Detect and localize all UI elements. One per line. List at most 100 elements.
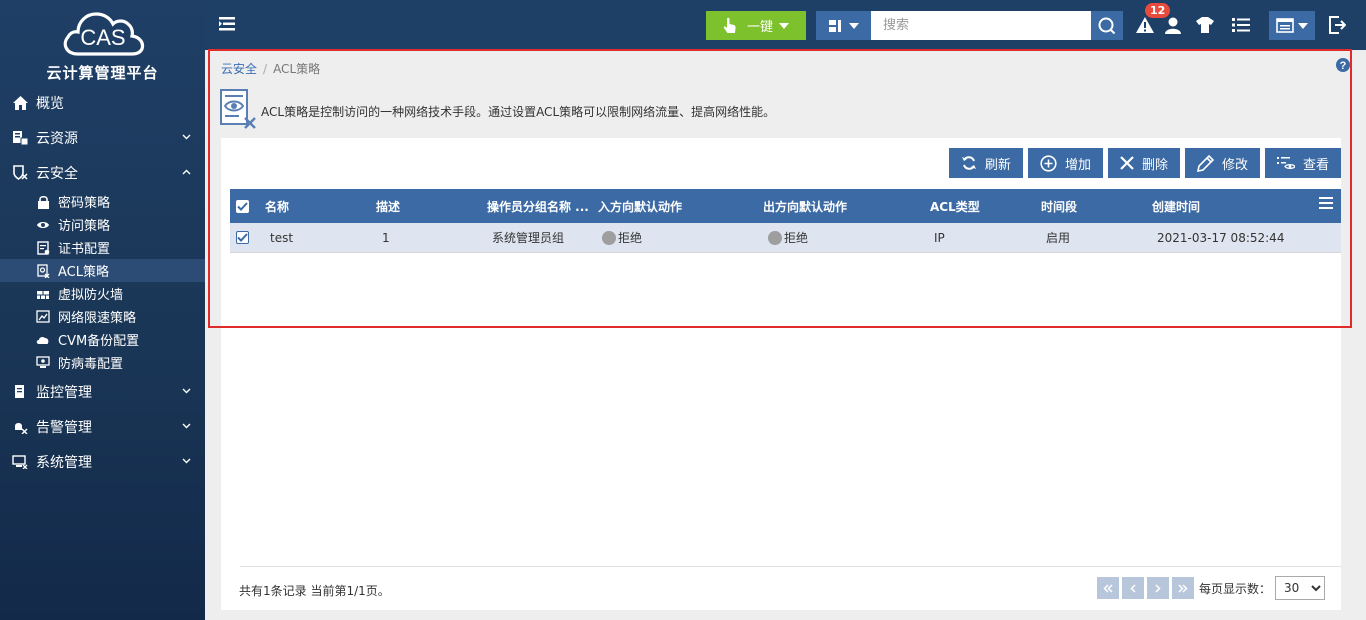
sidebar-item-cloud-security[interactable]: 云安全 xyxy=(0,155,205,190)
intro-description: ACL策略是控制访问的一种网络技术手段。通过设置ACL策略可以限制网络流量、提高… xyxy=(261,105,776,119)
list-icon[interactable] xyxy=(1230,14,1252,36)
acl-panel: 刷新 增加 删除 修改 查看 名称 描述 操作员分组名称 ... 入方向默认动作… xyxy=(221,138,1341,610)
sidebar-item-virtual-firewall[interactable]: 虚拟防火墙 xyxy=(0,282,205,305)
app-title: 云计算管理平台 xyxy=(46,64,159,82)
column-header-acl-type[interactable]: ACL类型 xyxy=(930,189,980,223)
refresh-icon xyxy=(961,156,976,170)
pencil-icon xyxy=(1196,154,1214,172)
view-button[interactable]: 查看 xyxy=(1264,148,1341,178)
cell-time-period: 启用 xyxy=(1046,231,1071,245)
column-menu-icon[interactable] xyxy=(1319,197,1333,209)
first-page-button[interactable] xyxy=(1096,577,1119,599)
antivirus-icon xyxy=(36,356,50,370)
sidebar-item-overview[interactable]: 概览 xyxy=(0,85,205,120)
sidebar-item-system[interactable]: 系统管理 xyxy=(0,444,205,479)
select-all-checkbox[interactable] xyxy=(236,189,249,223)
sidebar-item-cvm-backup[interactable]: CVM备份配置 xyxy=(0,328,205,351)
sidebar-item-access-policy[interactable]: 访问策略 xyxy=(0,213,205,236)
cell-created-time: 2021-03-17 08:52:44 xyxy=(1157,230,1285,245)
search-icon xyxy=(1098,17,1116,34)
double-chevron-left-icon xyxy=(1103,583,1113,593)
page-size-label: 每页显示数： xyxy=(1198,581,1271,596)
eye-icon xyxy=(36,218,50,232)
computer-icon xyxy=(12,454,28,470)
help-icon[interactable]: ? xyxy=(1336,58,1350,72)
edit-button[interactable]: 修改 xyxy=(1184,148,1260,178)
hand-pointer-icon xyxy=(723,17,736,33)
acl-document-icon xyxy=(220,89,256,129)
search-type-dropdown[interactable] xyxy=(816,11,871,40)
delete-button[interactable]: 删除 xyxy=(1107,148,1180,178)
logo: CAS 云计算管理平台 xyxy=(0,0,205,85)
sidebar-item-monitoring[interactable]: 监控管理 xyxy=(0,374,205,409)
speed-icon xyxy=(36,310,50,324)
view-list-icon xyxy=(1276,157,1295,170)
sidebar-item-certificate[interactable]: 证书配置 xyxy=(0,236,205,259)
table-row[interactable]: test 1 系统管理员组 拒绝 拒绝 IP 启用 2021-03-17 08:… xyxy=(230,223,1341,253)
topbar: 一键 12 xyxy=(205,0,1366,50)
cell-description: 1 xyxy=(382,230,390,245)
cell-name: test xyxy=(270,230,294,245)
acl-table: 名称 描述 操作员分组名称 ... 入方向默认动作 出方向默认动作 ACL类型 … xyxy=(230,189,1341,253)
pagination: 每页显示数： 30 xyxy=(1096,576,1325,600)
chevron-down-icon xyxy=(179,421,193,432)
column-header-inbound-action[interactable]: 入方向默认动作 xyxy=(598,189,682,223)
column-header-description[interactable]: 描述 xyxy=(376,189,400,223)
search-button[interactable] xyxy=(1091,11,1123,40)
column-header-name[interactable]: 名称 xyxy=(265,189,289,223)
theme-shirt-icon[interactable] xyxy=(1194,14,1216,36)
column-header-outbound-action[interactable]: 出方向默认动作 xyxy=(763,189,847,223)
double-chevron-right-icon xyxy=(1178,583,1188,593)
main-content: 云安全 / ACL策略 ? ACL策略是控制访问的一种网络技术手段。通过设置ACL策… xyxy=(205,50,1366,620)
column-header-created-time[interactable]: 创建时间 xyxy=(1152,189,1200,223)
cloud-logo-icon: CAS xyxy=(63,12,144,56)
sidebar-item-acl-policy[interactable]: ACL策略 xyxy=(0,259,205,282)
logout-icon[interactable] xyxy=(1326,14,1348,36)
monitor-icon xyxy=(12,384,28,400)
chevron-down-icon xyxy=(179,386,193,397)
checkbox-checked-icon xyxy=(236,199,249,213)
sidebar-item-network-speed-limit[interactable]: 网络限速策略 xyxy=(0,305,205,328)
firewall-icon xyxy=(36,287,50,301)
search-input[interactable] xyxy=(871,11,1091,40)
breadcrumb-current: ACL策略 xyxy=(273,62,321,76)
sidebar: CAS 云计算管理平台 概览 云资源 云安全 密码策略 访问策略 证书配置 AC… xyxy=(0,0,205,620)
breadcrumb: 云安全 / ACL策略 xyxy=(221,60,320,77)
breadcrumb-link-cloud-security[interactable]: 云安全 xyxy=(221,62,257,76)
sidebar-item-antivirus[interactable]: 防病毒配置 xyxy=(0,351,205,374)
add-button[interactable]: 增加 xyxy=(1027,148,1103,178)
page-size-select[interactable]: 30 xyxy=(1275,576,1325,600)
row-checkbox[interactable] xyxy=(236,223,249,252)
refresh-button[interactable]: 刷新 xyxy=(948,148,1023,178)
view-switch-dropdown[interactable] xyxy=(1269,11,1315,40)
one-key-button[interactable]: 一键 xyxy=(706,11,806,40)
sidebar-item-alarms[interactable]: 告警管理 xyxy=(0,409,205,444)
chevron-up-icon xyxy=(179,167,193,178)
sidebar-item-cloud-resources[interactable]: 云资源 xyxy=(0,120,205,155)
grid-icon xyxy=(828,19,841,32)
menu-toggle-icon[interactable] xyxy=(219,15,239,33)
table-header: 名称 描述 操作员分组名称 ... 入方向默认动作 出方向默认动作 ACL类型 … xyxy=(230,189,1341,223)
column-header-time-period[interactable]: 时间段 xyxy=(1041,189,1077,223)
cell-acl-type: IP xyxy=(934,230,945,245)
home-icon xyxy=(12,95,28,111)
caret-down-icon xyxy=(1298,22,1308,29)
cell-outbound-action: 拒绝 xyxy=(768,223,808,252)
caret-down-icon xyxy=(779,22,789,29)
chevron-left-icon xyxy=(1130,583,1136,593)
lock-icon xyxy=(36,195,50,209)
certificate-icon xyxy=(36,240,50,255)
cell-operator-group: 系统管理员组 xyxy=(492,231,565,245)
chevron-down-icon xyxy=(179,456,193,467)
window-icon xyxy=(1276,18,1294,33)
prev-page-button[interactable] xyxy=(1121,577,1144,599)
user-icon[interactable] xyxy=(1162,14,1184,36)
svg-text:?: ? xyxy=(1340,60,1347,72)
column-header-operator-group[interactable]: 操作员分组名称 ... xyxy=(487,189,589,223)
status-dot-icon xyxy=(768,230,782,245)
last-page-button[interactable] xyxy=(1171,577,1194,599)
plus-circle-icon xyxy=(1040,154,1057,172)
sidebar-item-password-policy[interactable]: 密码策略 xyxy=(0,190,205,213)
next-page-button[interactable] xyxy=(1146,577,1169,599)
breadcrumb-separator: / xyxy=(263,62,268,76)
